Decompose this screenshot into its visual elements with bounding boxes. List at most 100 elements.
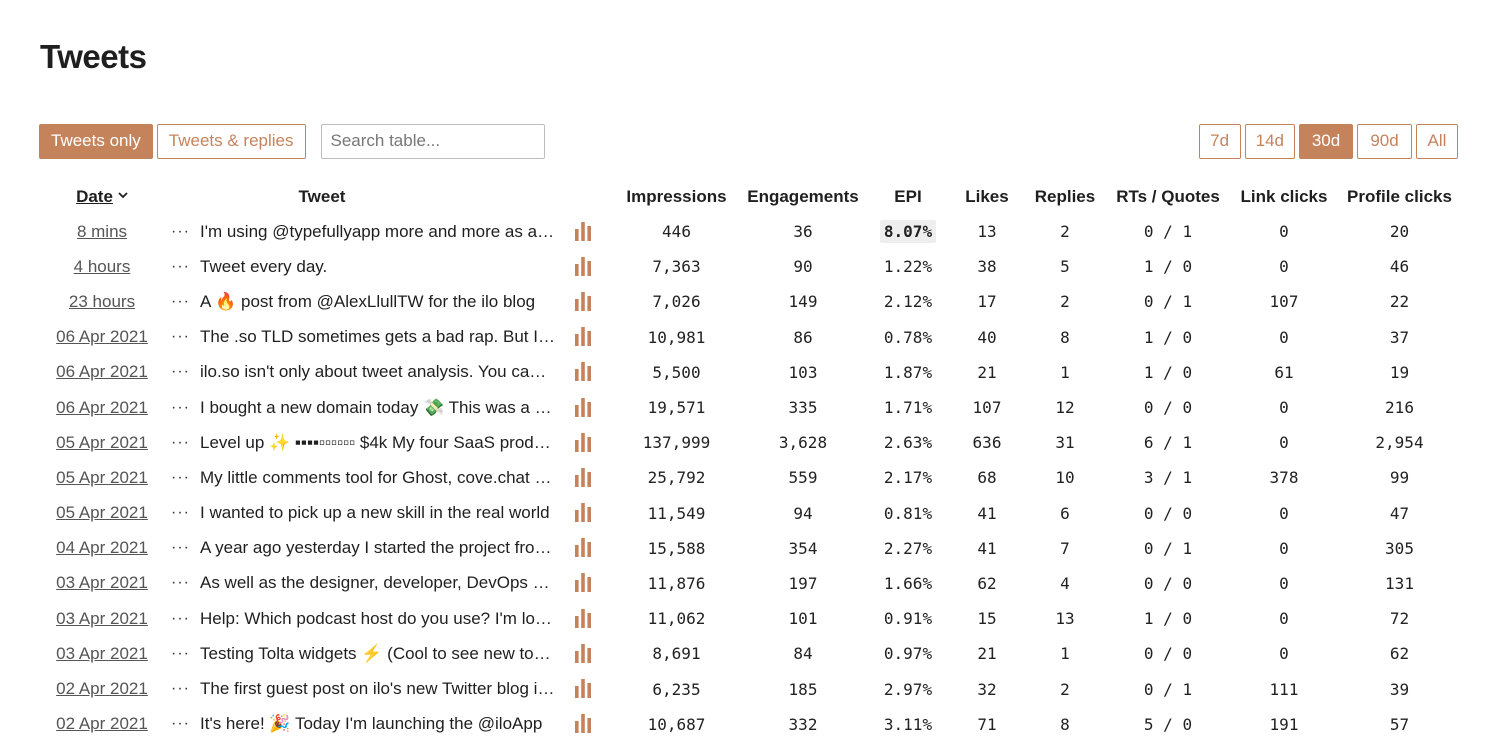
profile-clicks-cell: 2,954	[1375, 433, 1424, 453]
engagements-cell: 103	[788, 362, 818, 382]
link-clicks-cell: 111	[1269, 679, 1299, 699]
column-header-link-clicks: Link clicks	[1240, 187, 1328, 206]
more-dots-icon[interactable]: ···	[164, 355, 200, 390]
more-dots-icon[interactable]: ···	[164, 601, 200, 636]
bar-chart-icon[interactable]	[573, 432, 593, 452]
column-header-date[interactable]: Date	[40, 180, 164, 214]
more-dots-icon[interactable]: ···	[164, 566, 200, 601]
tweet-date-link[interactable]: 4 hours	[74, 257, 131, 276]
bar-chart-icon[interactable]	[573, 643, 593, 663]
tweet-date-link[interactable]: 03 Apr 2021	[56, 573, 148, 592]
more-dots-icon[interactable]: ···	[164, 671, 200, 706]
bar-chart-icon[interactable]	[573, 572, 593, 593]
chart-cell	[555, 249, 610, 284]
replies-cell: 8	[1060, 714, 1070, 734]
epi-cell: 1.22%	[863, 249, 953, 284]
column-header-rts-quotes: RTs / Quotes	[1116, 187, 1220, 206]
tweet-date-link[interactable]: 23 hours	[69, 292, 135, 311]
range-7d-button[interactable]: 7d	[1198, 123, 1241, 159]
tweets-only-button[interactable]: Tweets only	[39, 123, 153, 159]
link-clicks-cell: 0	[1279, 398, 1289, 418]
more-dots-icon[interactable]: ···	[164, 249, 200, 284]
bar-chart-icon[interactable]	[573, 502, 593, 523]
impressions-cell: 10,687	[647, 714, 706, 734]
tweet-text: A year ago yesterday I started the proje…	[200, 538, 555, 558]
bar-chart-icon[interactable]	[573, 608, 593, 628]
rts-quotes-cell: 6 / 1	[1143, 433, 1193, 453]
table-row: 05 Apr 2021 ··· I wanted to pick up a ne…	[40, 496, 1458, 531]
profile-clicks-cell: 62	[1389, 644, 1410, 664]
more-dots-icon[interactable]: ···	[164, 390, 200, 425]
tweet-date-link[interactable]: 05 Apr 2021	[56, 433, 148, 452]
engagements-cell: 559	[788, 468, 818, 488]
bar-chart-icon[interactable]	[573, 221, 593, 241]
profile-clicks-cell: 39	[1389, 679, 1410, 699]
impressions-cell: 5,500	[652, 362, 701, 382]
range-90d-button[interactable]: 90d	[1357, 123, 1412, 159]
epi-value: 0.78%	[883, 327, 933, 347]
tweet-text: A 🔥 post from @AlexLlullTW for the ilo b…	[200, 291, 536, 311]
tweet-text: I bought a new domain today 💸 This was a…	[200, 397, 555, 417]
profile-clicks-cell: 46	[1389, 257, 1410, 277]
rts-quotes-cell: 0 / 0	[1143, 573, 1193, 593]
epi-cell: 3.11%	[863, 707, 953, 742]
epi-cell: 2.97%	[863, 671, 953, 706]
bar-chart-icon[interactable]	[573, 291, 593, 311]
tweet-date-link[interactable]: 8 mins	[77, 222, 127, 241]
tweet-date-link[interactable]: 02 Apr 2021	[56, 714, 148, 733]
more-dots-icon[interactable]: ···	[164, 425, 200, 460]
engagements-cell: 36	[793, 222, 813, 242]
chart-cell	[555, 671, 610, 706]
tweet-date-link[interactable]: 06 Apr 2021	[56, 362, 148, 381]
rts-quotes-cell: 1 / 0	[1143, 362, 1193, 382]
epi-cell: 2.12%	[863, 284, 953, 319]
epi-cell: 2.27%	[863, 531, 953, 566]
bar-chart-icon[interactable]	[573, 678, 593, 699]
engagements-cell: 332	[788, 714, 818, 734]
more-dots-icon[interactable]: ···	[164, 496, 200, 531]
epi-cell: 2.63%	[863, 425, 953, 460]
range-all-button[interactable]: All	[1416, 123, 1458, 159]
tweet-date-link[interactable]: 05 Apr 2021	[56, 468, 148, 487]
likes-cell: 21	[977, 362, 997, 382]
bar-chart-icon[interactable]	[573, 713, 593, 734]
link-clicks-cell: 0	[1279, 257, 1289, 277]
range-14d-button[interactable]: 14d	[1244, 123, 1295, 159]
bar-chart-icon[interactable]	[573, 361, 593, 382]
tweet-date-link[interactable]: 03 Apr 2021	[56, 644, 148, 663]
tweet-date-link[interactable]: 06 Apr 2021	[56, 398, 148, 417]
date-range-group: 7d 14d 30d 90d All	[1198, 123, 1458, 159]
bar-chart-icon[interactable]	[573, 537, 593, 558]
more-dots-icon[interactable]: ···	[164, 460, 200, 495]
more-dots-icon[interactable]: ···	[164, 636, 200, 671]
more-dots-icon[interactable]: ···	[164, 284, 200, 319]
tweet-date-link[interactable]: 05 Apr 2021	[56, 503, 148, 522]
epi-value: 1.71%	[883, 398, 933, 418]
table-row: 06 Apr 2021 ··· The .so TLD sometimes ge…	[40, 320, 1458, 355]
tweet-text: ilo.so isn't only about tweet analysis. …	[200, 362, 555, 382]
tweet-date-link[interactable]: 04 Apr 2021	[56, 538, 148, 557]
table-row: 02 Apr 2021 ··· It's here! 🎉 Today I'm l…	[40, 707, 1458, 742]
tweets-and-replies-button[interactable]: Tweets & replies	[156, 123, 306, 159]
bar-chart-icon[interactable]	[573, 256, 593, 276]
profile-clicks-cell: 99	[1389, 468, 1410, 488]
more-dots-icon[interactable]: ···	[164, 531, 200, 566]
epi-cell: 2.17%	[863, 460, 953, 495]
chevron-down-icon[interactable]	[118, 190, 128, 200]
range-30d-button[interactable]: 30d	[1299, 123, 1353, 159]
more-dots-icon[interactable]: ···	[164, 214, 200, 249]
chart-cell	[555, 425, 610, 460]
more-dots-icon[interactable]: ···	[164, 320, 200, 355]
search-input[interactable]	[320, 123, 545, 159]
rts-quotes-cell: 0 / 1	[1143, 222, 1193, 242]
likes-cell: 40	[977, 327, 997, 347]
tweet-date-link[interactable]: 02 Apr 2021	[56, 679, 148, 698]
bar-chart-icon[interactable]	[573, 326, 593, 347]
tweet-date-link[interactable]: 06 Apr 2021	[56, 327, 148, 346]
rts-quotes-cell: 0 / 0	[1143, 503, 1193, 523]
date-sort-label[interactable]: Date	[76, 187, 113, 206]
bar-chart-icon[interactable]	[573, 397, 593, 417]
tweet-date-link[interactable]: 03 Apr 2021	[56, 609, 148, 628]
more-dots-icon[interactable]: ···	[164, 707, 200, 742]
bar-chart-icon[interactable]	[573, 467, 593, 487]
